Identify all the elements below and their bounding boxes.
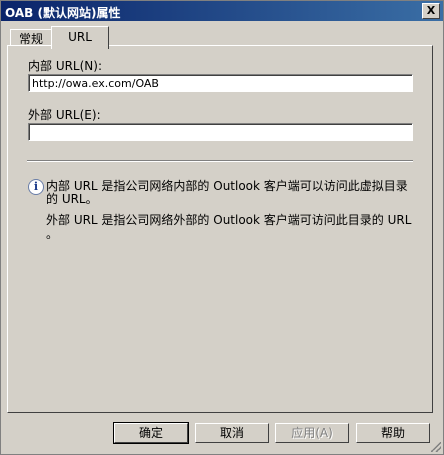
apply-button[interactable]: 应用(A) [275, 423, 349, 443]
external-url-input[interactable] [28, 123, 413, 141]
window-title: OAB (默认网站)属性 [5, 6, 121, 20]
internal-url-input[interactable]: http://owa.ex.com/OAB [28, 74, 413, 92]
cancel-button[interactable]: 取消 [195, 423, 269, 443]
help-button[interactable]: 帮助 [356, 423, 430, 443]
resize-grip[interactable] [431, 442, 441, 452]
info-internal-line2: 的 URL。 [46, 192, 98, 206]
tab-url[interactable]: URL [51, 26, 109, 49]
close-icon: X [426, 4, 436, 17]
separator [27, 160, 413, 162]
info-external-line1: 外部 URL 是指公司网络外部的 Outlook 客户端可访问此目录的 URL [46, 213, 412, 227]
info-icon: i [28, 179, 44, 195]
title-bar[interactable]: OAB (默认网站)属性 X [1, 1, 443, 21]
info-internal-line1: 内部 URL 是指公司网络内部的 Outlook 客户端可以访问此虚拟目录 [46, 179, 408, 193]
external-url-label: 外部 URL(E): [28, 108, 101, 122]
internal-url-label: 内部 URL(N): [28, 59, 103, 73]
close-button[interactable]: X [422, 3, 440, 19]
properties-dialog: OAB (默认网站)属性 X 常规 URL 内部 URL(N): http://… [0, 0, 444, 455]
tab-panel-url [7, 45, 433, 413]
ok-button[interactable]: 确定 [113, 422, 189, 444]
info-external-line2: 。 [46, 227, 59, 241]
